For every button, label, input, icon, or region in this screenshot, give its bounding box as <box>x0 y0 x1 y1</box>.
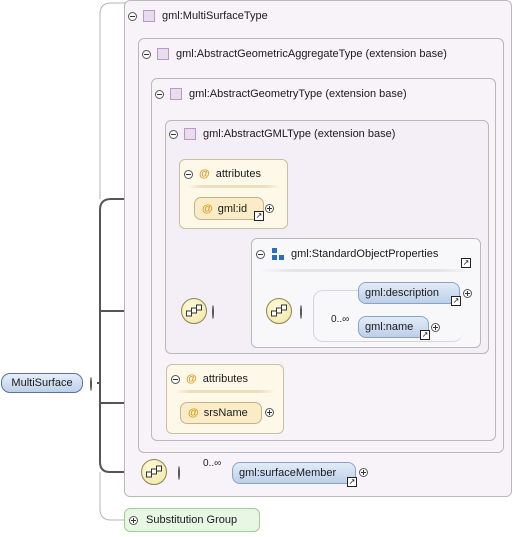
type-label: gml:AbstractGeometricAggregateType (exte… <box>176 48 447 60</box>
root-label: MultiSurface <box>11 377 73 389</box>
group-blocks-icon <box>272 248 284 260</box>
collapse-icon[interactable] <box>128 11 137 21</box>
expand-icon[interactable] <box>463 289 472 298</box>
expand-icon[interactable] <box>265 408 274 417</box>
collapse-icon[interactable] <box>184 169 193 179</box>
type-square-icon <box>184 128 196 140</box>
element-label: gml:surfaceMember <box>239 467 337 479</box>
collapse-icon[interactable] <box>256 249 265 259</box>
collapse-icon[interactable] <box>300 305 302 319</box>
collapse-icon[interactable] <box>169 129 178 139</box>
attributes-header: @ attributes <box>171 373 248 385</box>
substitution-label: Substitution Group <box>146 514 238 526</box>
collapse-icon[interactable] <box>155 89 164 99</box>
sequence-glyph <box>186 304 202 317</box>
expand-icon[interactable] <box>359 468 368 477</box>
at-sign-icon: @ <box>188 407 199 419</box>
attribute-label: gml:id <box>217 202 248 215</box>
type-square-icon <box>170 88 182 100</box>
element-gml-description[interactable]: gml:description <box>358 282 460 304</box>
attributes-header: @ attributes <box>184 168 261 180</box>
sequence-glyph <box>271 304 287 317</box>
root-element-multisurface[interactable]: MultiSurface <box>1 373 83 393</box>
attributes-label: attributes <box>202 373 248 385</box>
expand-icon[interactable] <box>265 204 274 213</box>
type-label: gml:AbstractGeometryType (extension base… <box>189 88 407 100</box>
element-gml-surfacemember[interactable]: gml:surfaceMember <box>232 462 356 484</box>
group-header: gml:StandardObjectProperties <box>256 248 438 260</box>
gml-type-header: gml:AbstractGMLType (extension base) <box>169 128 395 140</box>
element-gml-name[interactable]: gml:name <box>358 316 429 338</box>
at-sign-icon: @ <box>199 168 210 180</box>
element-label: gml:name <box>365 321 414 333</box>
attribute-srsname[interactable]: @ srsName <box>180 402 262 424</box>
multiplicity-label: 0..∞ <box>331 314 350 325</box>
attributes-label: attributes <box>215 168 261 180</box>
reference-arrow-icon[interactable]: ↗ <box>347 477 357 487</box>
type-square-icon <box>143 10 155 22</box>
expand-icon[interactable] <box>129 515 138 525</box>
element-label: gml:description <box>365 287 439 299</box>
type-label: gml:AbstractGMLType (extension base) <box>203 128 396 140</box>
at-sign-icon: @ <box>186 373 197 385</box>
type-label: gml:MultiSurfaceType <box>162 10 268 22</box>
collapse-icon[interactable] <box>178 466 180 480</box>
collapse-icon[interactable] <box>142 49 151 59</box>
multiplicity-label: 0..∞ <box>203 458 222 469</box>
separator <box>260 269 472 272</box>
sequence-compositor-icon[interactable] <box>266 298 292 324</box>
multisurface-type-header: gml:MultiSurfaceType <box>128 10 268 22</box>
at-sign-icon: @ <box>202 202 213 215</box>
reference-arrow-icon[interactable]: ↗ <box>254 211 264 221</box>
type-square-icon <box>157 48 169 60</box>
aggregate-type-header: gml:AbstractGeometricAggregateType (exte… <box>142 48 447 60</box>
expand-icon[interactable] <box>431 323 440 332</box>
substitution-group[interactable]: Substitution Group <box>124 508 260 532</box>
separator <box>175 390 275 393</box>
collapse-icon[interactable] <box>212 305 214 319</box>
reference-arrow-icon[interactable]: ↗ <box>461 258 471 268</box>
collapse-icon[interactable] <box>171 374 180 384</box>
separator <box>188 185 280 188</box>
group-label: gml:StandardObjectProperties <box>291 248 439 260</box>
sequence-glyph <box>146 465 162 478</box>
reference-arrow-icon[interactable]: ↗ <box>451 296 461 306</box>
collapse-icon[interactable] <box>90 377 92 391</box>
sequence-compositor-icon[interactable] <box>141 459 167 485</box>
geometry-type-header: gml:AbstractGeometryType (extension base… <box>155 88 407 100</box>
reference-arrow-icon[interactable]: ↗ <box>420 330 430 340</box>
attribute-label: srsName <box>203 407 248 419</box>
sequence-compositor-icon[interactable] <box>181 298 207 324</box>
